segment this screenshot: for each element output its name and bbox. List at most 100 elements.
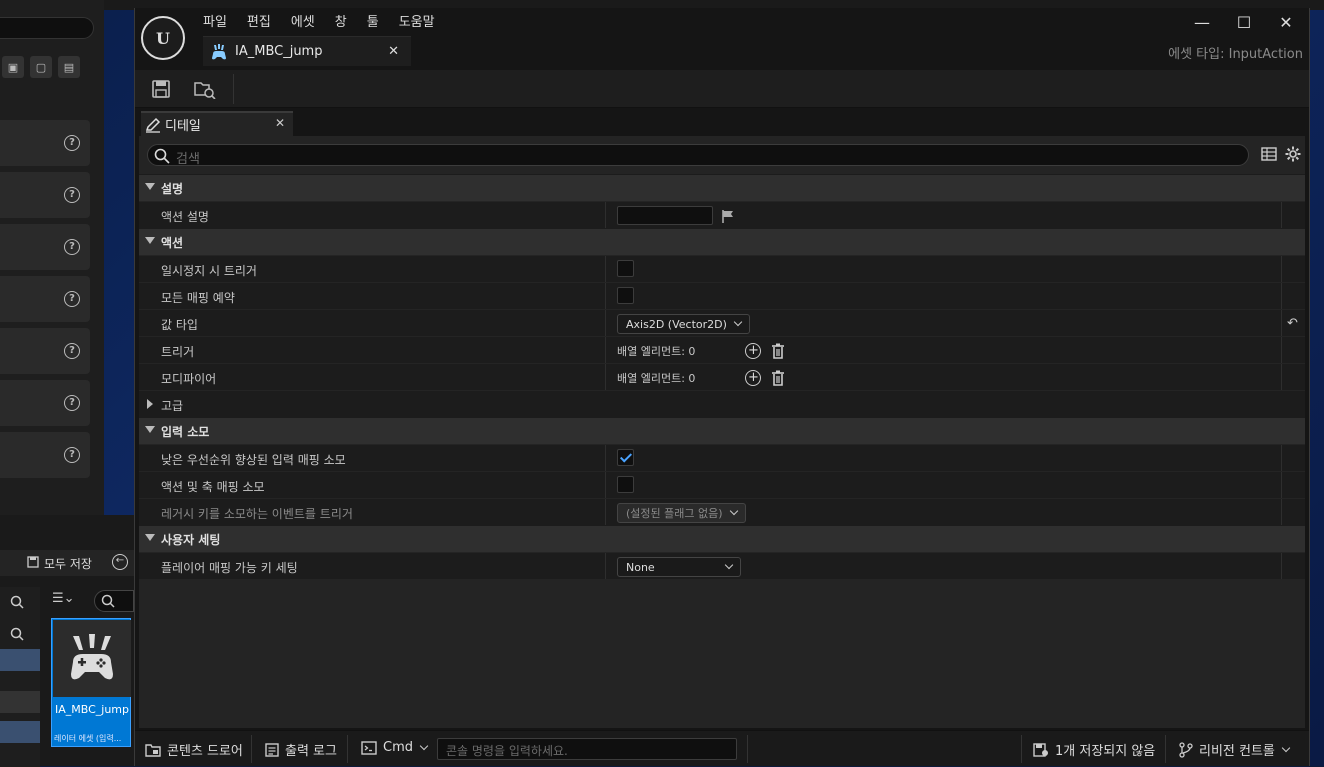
tree-row[interactable]: [0, 649, 40, 671]
help-icon[interactable]: ?: [64, 343, 80, 359]
content-browser-toolbar: 모두 저장 ←: [0, 550, 134, 576]
table-view-icon[interactable]: [1261, 146, 1277, 162]
consume-lower-priority-checkbox[interactable]: [617, 449, 634, 466]
array-count: 배열 엘리먼트: 0: [617, 372, 696, 385]
column-splitter[interactable]: [605, 310, 606, 336]
column-splitter: [1281, 445, 1282, 471]
history-back-icon[interactable]: ←: [112, 554, 128, 570]
menu-asset[interactable]: 에셋: [281, 14, 325, 32]
help-icon[interactable]: ?: [64, 447, 80, 463]
background-card[interactable]: ?: [0, 172, 90, 218]
column-splitter[interactable]: [605, 283, 606, 309]
dropdown-value: None: [626, 560, 655, 574]
column-splitter[interactable]: [605, 364, 606, 390]
close-details-icon[interactable]: ✕: [275, 116, 285, 130]
chevron-down-icon: [724, 560, 734, 570]
trigger-when-paused-checkbox[interactable]: [617, 260, 634, 277]
column-splitter[interactable]: [605, 499, 606, 525]
action-description-input[interactable]: [617, 206, 713, 225]
help-icon[interactable]: ?: [64, 291, 80, 307]
column-splitter[interactable]: [605, 337, 606, 363]
content-folder-tree: [0, 587, 40, 767]
cmd-label: Cmd: [383, 740, 413, 755]
consume-action-axis-checkbox[interactable]: [617, 476, 634, 493]
search-icon[interactable]: [10, 595, 24, 609]
property-name: 모든 매핑 예약: [161, 291, 235, 305]
player-mappable-dropdown[interactable]: None: [617, 557, 741, 577]
layers-icon[interactable]: ▤: [58, 56, 80, 78]
help-icon[interactable]: ?: [64, 239, 80, 255]
property-value: None: [617, 557, 741, 577]
help-icon[interactable]: ?: [64, 187, 80, 203]
column-splitter: [1281, 337, 1282, 363]
revision-control-button[interactable]: 리비전 컨트롤: [1179, 740, 1291, 759]
tree-row[interactable]: [0, 691, 40, 713]
add-element-icon[interactable]: +: [745, 343, 762, 359]
gear-icon[interactable]: [1285, 146, 1301, 162]
help-icon[interactable]: ?: [64, 135, 80, 151]
property-row: 트리거 배열 엘리먼트: 0 +: [139, 336, 1305, 363]
minimize-icon[interactable]: —: [1181, 12, 1223, 34]
category-description[interactable]: 설명: [139, 174, 1305, 201]
cubes-icon[interactable]: ▣: [2, 56, 24, 78]
asset-tab-label: IA_MBC_jump: [235, 44, 323, 59]
help-icon[interactable]: ?: [64, 395, 80, 411]
background-card[interactable]: ?: [0, 432, 90, 478]
subcategory-advanced[interactable]: 고급: [139, 390, 1305, 417]
search-icon[interactable]: [10, 627, 24, 641]
column-splitter[interactable]: [605, 445, 606, 471]
expand-arrow-icon[interactable]: [145, 534, 155, 541]
background-card[interactable]: ?: [0, 380, 90, 426]
add-element-icon[interactable]: +: [745, 370, 762, 386]
asset-tile[interactable]: IA_MBC_jump 레이터 에셋 (입력...: [51, 618, 131, 747]
tree-row[interactable]: [0, 721, 40, 743]
cmd-dropdown[interactable]: Cmd: [361, 740, 429, 755]
content-drawer-label: 콘텐츠 드로어: [167, 744, 243, 759]
browse-folder-icon: [194, 82, 216, 99]
column-splitter[interactable]: [605, 472, 606, 498]
background-card[interactable]: ?: [0, 276, 90, 322]
menu-window[interactable]: 창: [325, 14, 357, 32]
content-drawer-button[interactable]: 콘텐츠 드로어: [145, 740, 243, 759]
background-card[interactable]: ?: [0, 120, 90, 166]
status-separator: [1021, 735, 1022, 763]
trash-icon[interactable]: [771, 370, 785, 386]
close-tab-icon[interactable]: ✕: [388, 44, 399, 59]
maximize-icon[interactable]: ☐: [1223, 12, 1265, 34]
save-all-button[interactable]: 모두 저장: [44, 555, 92, 572]
filter-icon[interactable]: ☰⌄: [52, 591, 75, 606]
details-search[interactable]: 검색: [147, 144, 1249, 167]
background-card[interactable]: ?: [0, 328, 90, 374]
column-splitter[interactable]: [605, 202, 606, 228]
flag-icon[interactable]: [721, 209, 735, 223]
column-splitter[interactable]: [605, 256, 606, 282]
expand-arrow-icon[interactable]: [145, 426, 155, 433]
category-input-consumption[interactable]: 입력 소모: [139, 417, 1305, 444]
menu-tools[interactable]: 툴: [357, 14, 389, 32]
reset-to-default-icon[interactable]: ↶: [1287, 316, 1298, 331]
expand-arrow-icon[interactable]: [145, 237, 155, 244]
asset-search-field[interactable]: [94, 590, 134, 612]
browse-button[interactable]: [193, 77, 217, 101]
unsaved-assets-button[interactable]: 1개 저장되지 않음: [1033, 740, 1155, 759]
column-splitter[interactable]: [605, 553, 606, 579]
background-search-field[interactable]: [0, 17, 94, 39]
reserve-all-mappings-checkbox[interactable]: [617, 287, 634, 304]
save-button[interactable]: [149, 77, 173, 101]
close-window-icon[interactable]: ✕: [1265, 12, 1307, 34]
menu-file[interactable]: 파일: [193, 14, 237, 32]
menu-edit[interactable]: 편집: [237, 14, 281, 32]
asset-tab[interactable]: IA_MBC_jump ✕: [203, 36, 411, 66]
category-user-settings[interactable]: 사용자 세팅: [139, 525, 1305, 552]
console-command-input[interactable]: 콘솔 명령을 입력하세요.: [437, 738, 737, 760]
expand-arrow-icon[interactable]: [145, 183, 155, 190]
background-card[interactable]: ?: [0, 224, 90, 270]
value-type-dropdown[interactable]: Axis2D (Vector2D): [617, 314, 750, 334]
category-action[interactable]: 액션: [139, 228, 1305, 255]
details-tab[interactable]: 디테일 ✕: [141, 111, 293, 136]
frame-icon[interactable]: ▢: [30, 56, 52, 78]
collapse-arrow-icon[interactable]: [147, 399, 153, 409]
trash-icon[interactable]: [771, 343, 785, 359]
output-log-button[interactable]: 출력 로그: [265, 740, 337, 759]
menu-help[interactable]: 도움말: [389, 14, 445, 32]
